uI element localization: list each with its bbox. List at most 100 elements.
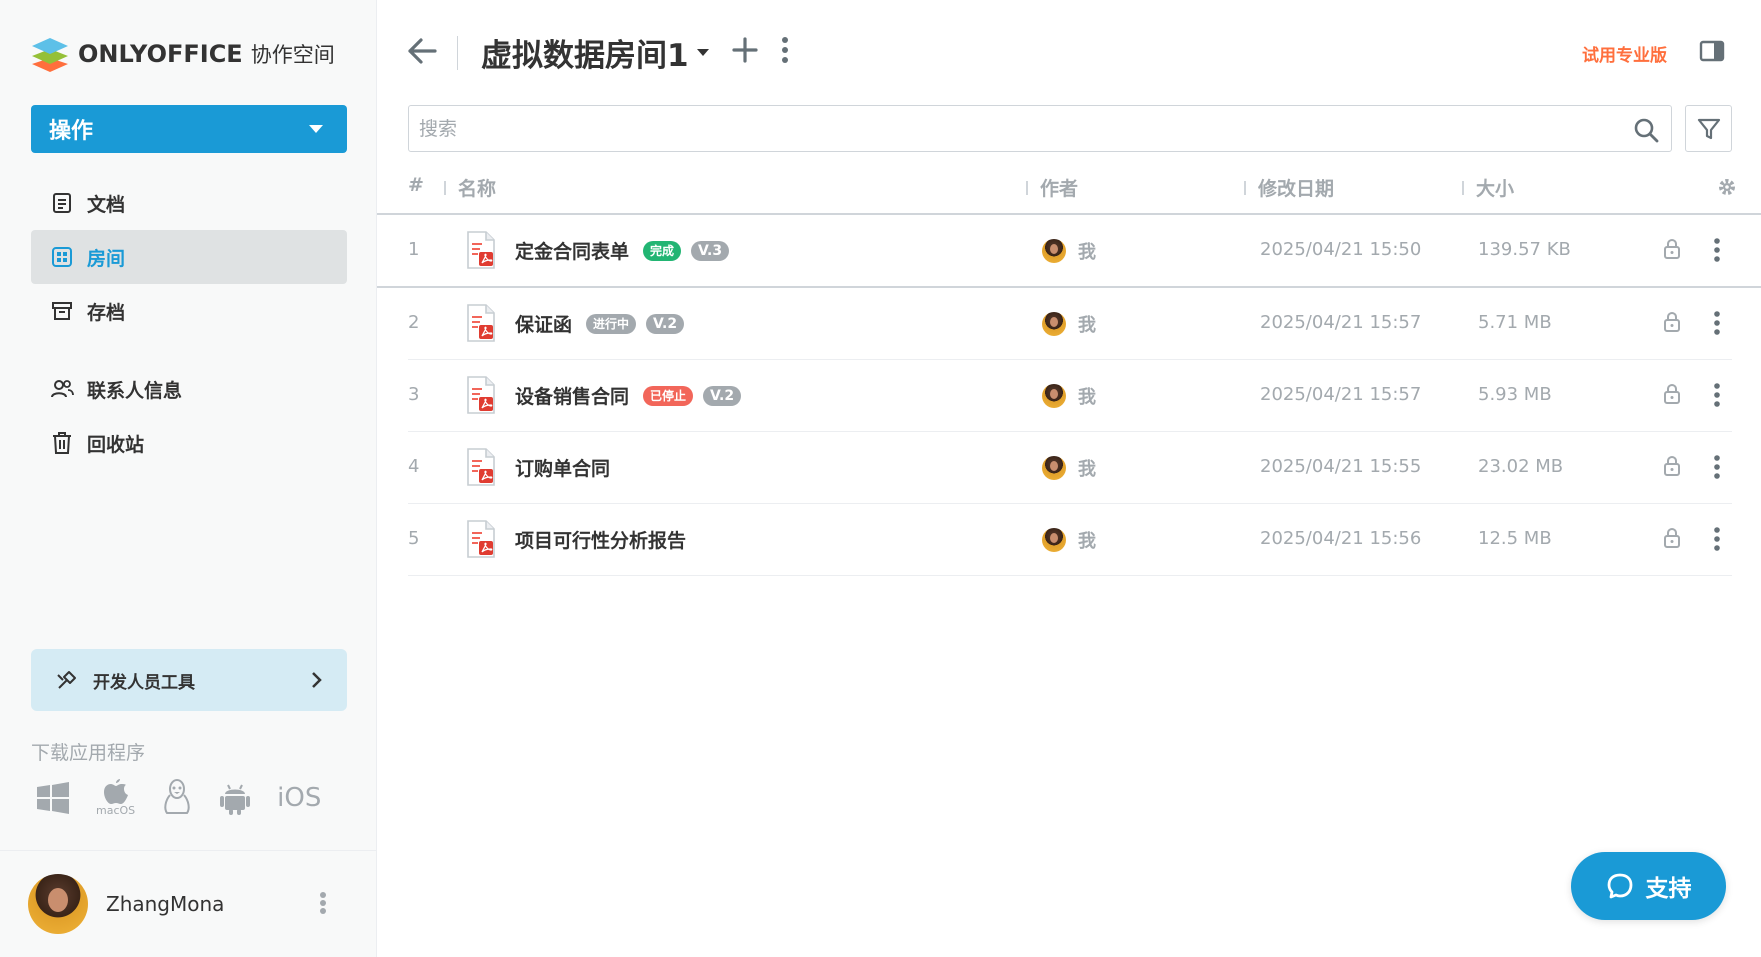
file-icon[interactable] — [466, 447, 496, 491]
lock-button[interactable] — [1663, 455, 1681, 480]
column-name[interactable]: 名称 — [444, 174, 496, 201]
sidebar-nav-main: 文档 房间 存档 — [31, 176, 347, 338]
row-more-button[interactable] — [1713, 382, 1721, 412]
version-badge[interactable]: V.2 — [646, 313, 685, 334]
lock-icon — [1664, 383, 1680, 404]
arrow-left-icon[interactable] — [407, 36, 437, 66]
table-row[interactable]: 5 项目可行性分析报告 我 2025/04/21 15:56 12.5 MB — [408, 504, 1732, 576]
sidebar-item-trash[interactable]: 回收站 — [31, 416, 347, 470]
onlyoffice-logo-icon — [32, 38, 68, 72]
column-modified[interactable]: 修改日期 — [1244, 174, 1334, 201]
table-row[interactable]: 3 设备销售合同 已停止 V.2 我 2025/04/21 15:57 5.93 M… — [408, 360, 1732, 432]
lock-button[interactable] — [1663, 527, 1681, 552]
file-size: 23.02 MB — [1478, 456, 1564, 477]
chevron-down-icon — [696, 49, 709, 56]
more-vertical-icon[interactable] — [319, 891, 327, 915]
macos-download[interactable]: macOS — [96, 778, 135, 817]
user-profile[interactable]: ZhangMona — [0, 850, 377, 957]
support-button[interactable]: 支持 — [1571, 852, 1726, 920]
file-name-text: 定金合同表单 — [515, 241, 630, 263]
windows-download[interactable] — [36, 781, 70, 814]
sidebar-item-contacts[interactable]: 联系人信息 — [31, 362, 347, 416]
developer-tools-label: 开发人员工具 — [93, 672, 195, 693]
trial-pro-link[interactable]: 试用专业版 — [1582, 41, 1667, 66]
windows-icon — [37, 781, 69, 814]
more-vertical-icon[interactable] — [781, 36, 789, 64]
avatar[interactable] — [28, 874, 88, 934]
table-row[interactable]: 2 保证函 进行中 V.2 我 2025/04/21 15:57 5.71 MB — [408, 288, 1732, 360]
document-icon — [49, 190, 75, 216]
filter-icon — [1697, 118, 1720, 139]
developer-tools-button[interactable]: 开发人员工具 — [31, 649, 347, 711]
column-author[interactable]: 作者 — [1026, 174, 1078, 201]
file-icon[interactable] — [466, 519, 496, 563]
file-name[interactable]: 项目可行性分析报告 — [515, 526, 686, 553]
lock-button[interactable] — [1663, 238, 1681, 263]
file-name[interactable]: 定金合同表单 完成 V.3 — [515, 237, 730, 264]
room-title[interactable]: 虚拟数据房间1 — [481, 30, 709, 75]
archive-icon — [49, 298, 75, 324]
file-name[interactable]: 设备销售合同 已停止 V.2 — [515, 382, 742, 409]
actions-label: 操作 — [49, 119, 94, 144]
row-more-button[interactable] — [1713, 310, 1721, 340]
column-resizer[interactable] — [1244, 180, 1246, 195]
author-name: 我 — [1078, 459, 1096, 480]
sidebar-item-label: 文档 — [87, 193, 126, 216]
modified-date: 2025/04/21 15:50 — [1260, 239, 1422, 260]
lock-icon — [1664, 455, 1680, 476]
author-name: 我 — [1078, 242, 1096, 263]
more-vertical-icon — [1714, 238, 1720, 262]
search-input[interactable] — [409, 106, 1671, 151]
android-icon — [220, 784, 251, 815]
lock-button[interactable] — [1663, 311, 1681, 336]
more-vertical-icon — [1714, 383, 1720, 407]
file-name-text: 项目可行性分析报告 — [515, 530, 687, 552]
developer-tools-icon — [57, 671, 76, 689]
row-more-button[interactable] — [1713, 526, 1721, 556]
row-index: 5 — [408, 528, 420, 549]
sidebar-item-rooms[interactable]: 房间 — [31, 230, 347, 284]
file-size: 139.57 KB — [1478, 239, 1571, 260]
lock-icon — [1664, 527, 1680, 548]
sidebar-item-archive[interactable]: 存档 — [31, 284, 347, 338]
row-more-button[interactable] — [1713, 454, 1721, 484]
file-icon[interactable] — [466, 375, 496, 419]
avatar — [1042, 239, 1066, 263]
column-size[interactable]: 大小 — [1462, 174, 1514, 201]
more-vertical-icon — [1714, 311, 1720, 335]
pdf-file-icon — [467, 376, 495, 414]
modified-date: 2025/04/21 15:57 — [1260, 312, 1422, 333]
file-name[interactable]: 保证函 进行中 V.2 — [515, 310, 685, 337]
table-row[interactable]: 1 定金合同表单 完成 V.3 我 2025/04/21 15:50 139.57 … — [377, 215, 1761, 288]
ios-download[interactable]: iOS — [277, 783, 321, 813]
logo[interactable]: ONLYOFFICE 协作空间 — [30, 34, 335, 74]
plus-icon[interactable] — [731, 36, 759, 64]
column-resizer[interactable] — [1462, 180, 1464, 195]
file-icon[interactable] — [466, 303, 496, 347]
author-cell: 我 — [1042, 238, 1096, 264]
linux-download[interactable] — [161, 778, 193, 817]
row-more-button[interactable] — [1713, 237, 1721, 267]
file-icon[interactable] — [466, 230, 496, 274]
column-resizer[interactable] — [1026, 180, 1028, 195]
lock-button[interactable] — [1663, 383, 1681, 408]
file-name-text: 保证函 — [515, 314, 573, 336]
column-resizer[interactable] — [444, 180, 446, 195]
version-badge[interactable]: V.3 — [691, 240, 730, 261]
file-size: 5.93 MB — [1478, 384, 1552, 405]
file-name[interactable]: 订购单合同 — [515, 454, 610, 481]
status-badge: 完成 — [643, 240, 682, 261]
status-badge: 已停止 — [643, 385, 694, 406]
android-download[interactable] — [219, 780, 251, 816]
file-table: 1 定金合同表单 完成 V.3 我 2025/04/21 15:50 139.57 … — [377, 215, 1761, 576]
brand-name: ONLYOFFICE — [78, 40, 243, 68]
table-row[interactable]: 4 订购单合同 我 2025/04/21 15:55 23.02 MB — [408, 432, 1732, 504]
info-panel-icon[interactable] — [1699, 40, 1725, 62]
version-badge[interactable]: V.2 — [703, 385, 742, 406]
user-name: ZhangMona — [106, 892, 225, 916]
actions-button[interactable]: 操作 — [31, 105, 347, 153]
search-icon[interactable] — [1633, 117, 1659, 143]
sidebar-item-documents[interactable]: 文档 — [31, 176, 347, 230]
gear-icon[interactable] — [1717, 177, 1737, 197]
filter-button[interactable] — [1685, 105, 1732, 152]
